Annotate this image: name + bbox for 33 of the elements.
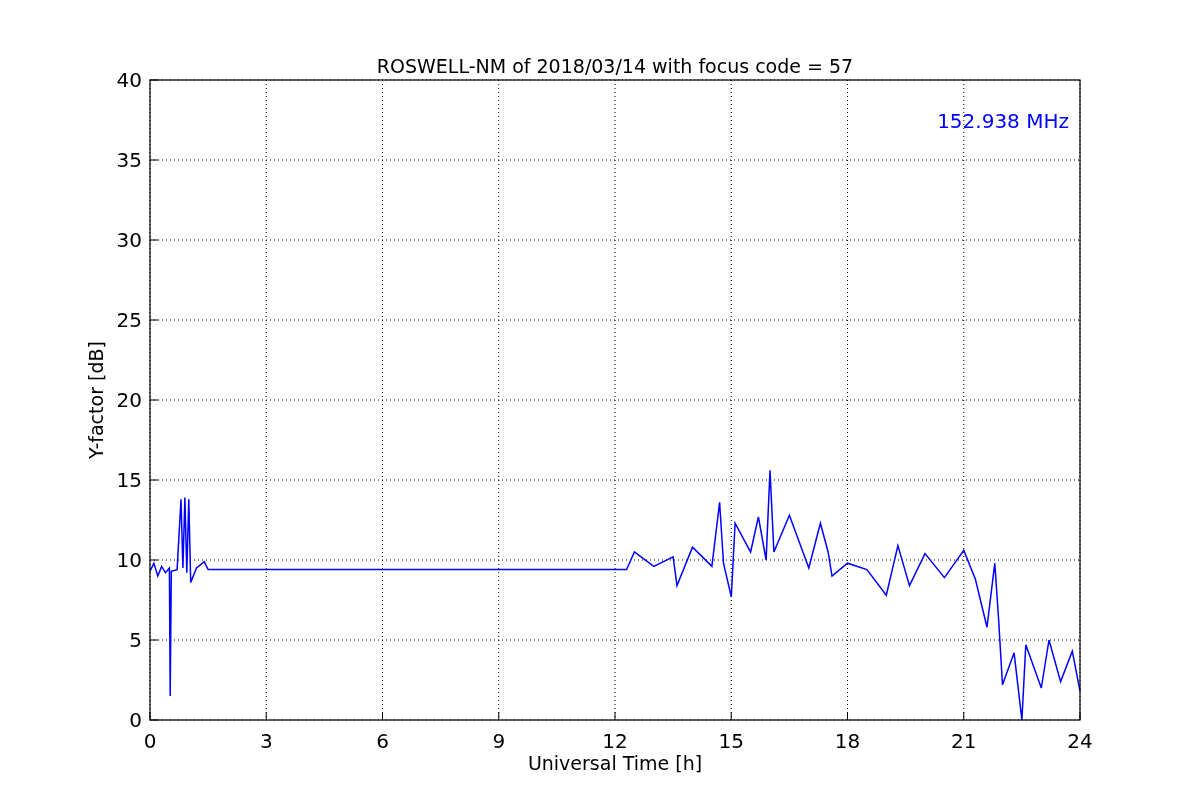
y-tick-mark [149, 79, 159, 81]
y-tick-mark [149, 719, 159, 721]
x-tick-mark [847, 711, 848, 721]
x-tick-label: 9 [492, 729, 506, 753]
x-tick-mark [963, 711, 965, 721]
x-tick-label: 18 [834, 729, 861, 753]
chart-title: ROSWELL-NM of 2018/03/14 with focus code = 57 [376, 55, 854, 77]
y-tick-label: 20 [116, 388, 142, 412]
x-tick-mark [498, 711, 500, 721]
y-tick-label: 0 [129, 708, 142, 732]
y-tick-label: 15 [116, 468, 142, 492]
y-tick-label: 10 [116, 548, 142, 572]
x-tick-mark [382, 711, 383, 721]
x-tick-label: 21 [951, 729, 977, 753]
y-axis-label: Y-factor [dB] [85, 341, 107, 459]
x-tick-label: 0 [143, 729, 157, 753]
y-tick-label: 30 [116, 228, 142, 252]
x-tick-mark [1079, 711, 1081, 721]
y-tick-label: 25 [116, 308, 142, 332]
x-tick-mark [614, 711, 616, 721]
x-tick-label: 15 [718, 729, 744, 753]
x-tick-mark [149, 711, 151, 721]
x-axis-label: Universal Time [h] [527, 752, 703, 774]
x-tick-label: 12 [602, 729, 628, 753]
x-tick-mark [730, 711, 732, 721]
series-label: 152.938 MHz [937, 109, 1069, 133]
y-tick-label: 5 [129, 628, 142, 652]
x-tick-mark [265, 711, 267, 721]
y-tick-label: 40 [116, 68, 142, 92]
x-tick-label: 3 [259, 729, 273, 753]
x-tick-label: 24 [1067, 729, 1093, 753]
x-tick-label: 6 [376, 729, 389, 753]
y-tick-label: 35 [116, 148, 142, 172]
